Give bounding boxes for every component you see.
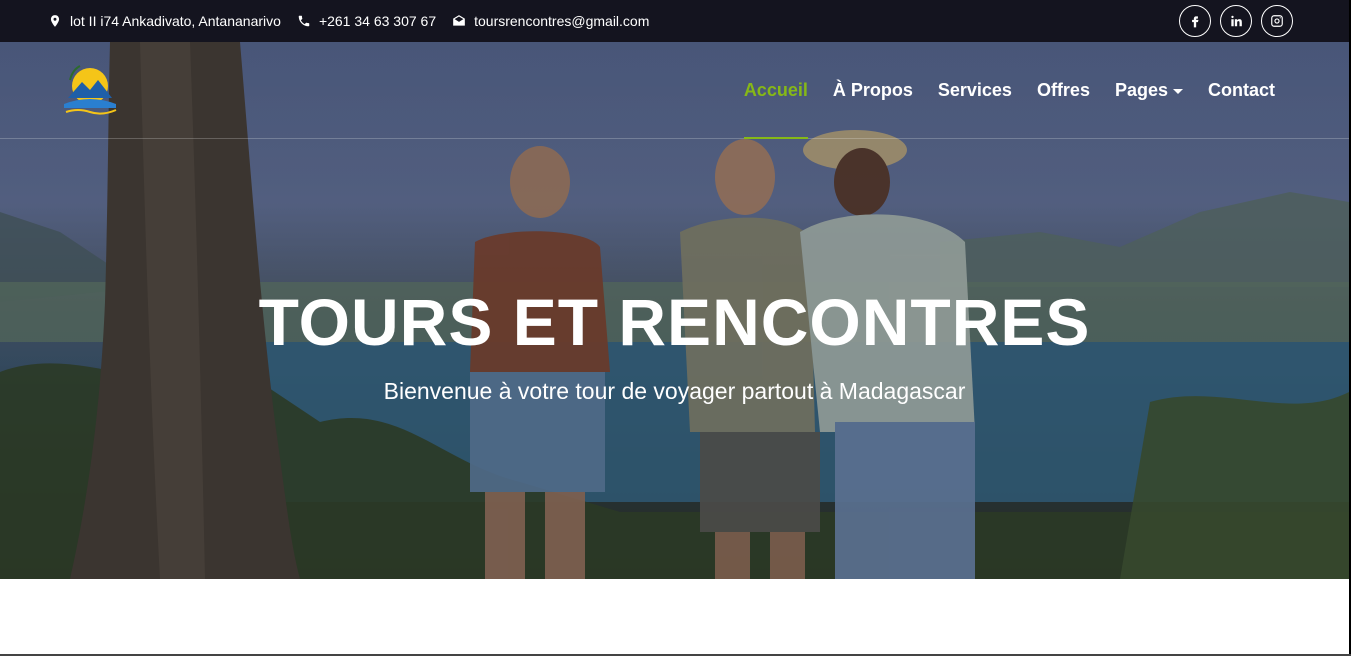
nav-item-accueil[interactable]: Accueil [743,42,808,139]
address-text: lot II i74 Ankadivato, Antananarivo [70,13,281,29]
social-links [1179,5,1293,37]
hero-section: Accueil À Propos Services Offres Pages C… [0,42,1349,579]
nav-menu: Accueil À Propos Services Offres Pages C… [743,42,1275,139]
envelope-open-icon [452,14,466,28]
top-info-bar: lot II i74 Ankadivato, Antananarivo +261… [0,0,1351,42]
address-item: lot II i74 Ankadivato, Antananarivo [48,13,281,29]
main-navbar: Accueil À Propos Services Offres Pages C… [0,42,1349,139]
logo-icon [64,65,117,115]
instagram-icon[interactable] [1261,5,1293,37]
email-item[interactable]: toursrencontres@gmail.com [452,13,649,29]
linkedin-icon[interactable] [1220,5,1252,37]
phone-text: +261 34 63 307 67 [318,13,437,29]
contact-info: lot II i74 Ankadivato, Antananarivo +261… [48,13,1179,29]
nav-item-contact[interactable]: Contact [1208,42,1275,138]
nav-item-pages[interactable]: Pages [1115,42,1183,138]
nav-item-a-propos[interactable]: À Propos [833,42,913,138]
map-marker-icon [48,14,62,28]
email-text: toursrencontres@gmail.com [474,13,650,29]
hero-subtitle: Bienvenue à votre tour de voyager partou… [383,378,966,404]
nav-item-services[interactable]: Services [938,42,1012,138]
hero-title: TOURS ET RENCONTRES [258,285,1091,359]
phone-item[interactable]: +261 34 63 307 67 [297,13,436,29]
facebook-icon[interactable] [1179,5,1211,37]
nav-item-offres[interactable]: Offres [1037,42,1090,138]
phone-icon [297,14,311,28]
caret-down-icon [1173,88,1183,94]
site-logo[interactable] [60,64,118,116]
